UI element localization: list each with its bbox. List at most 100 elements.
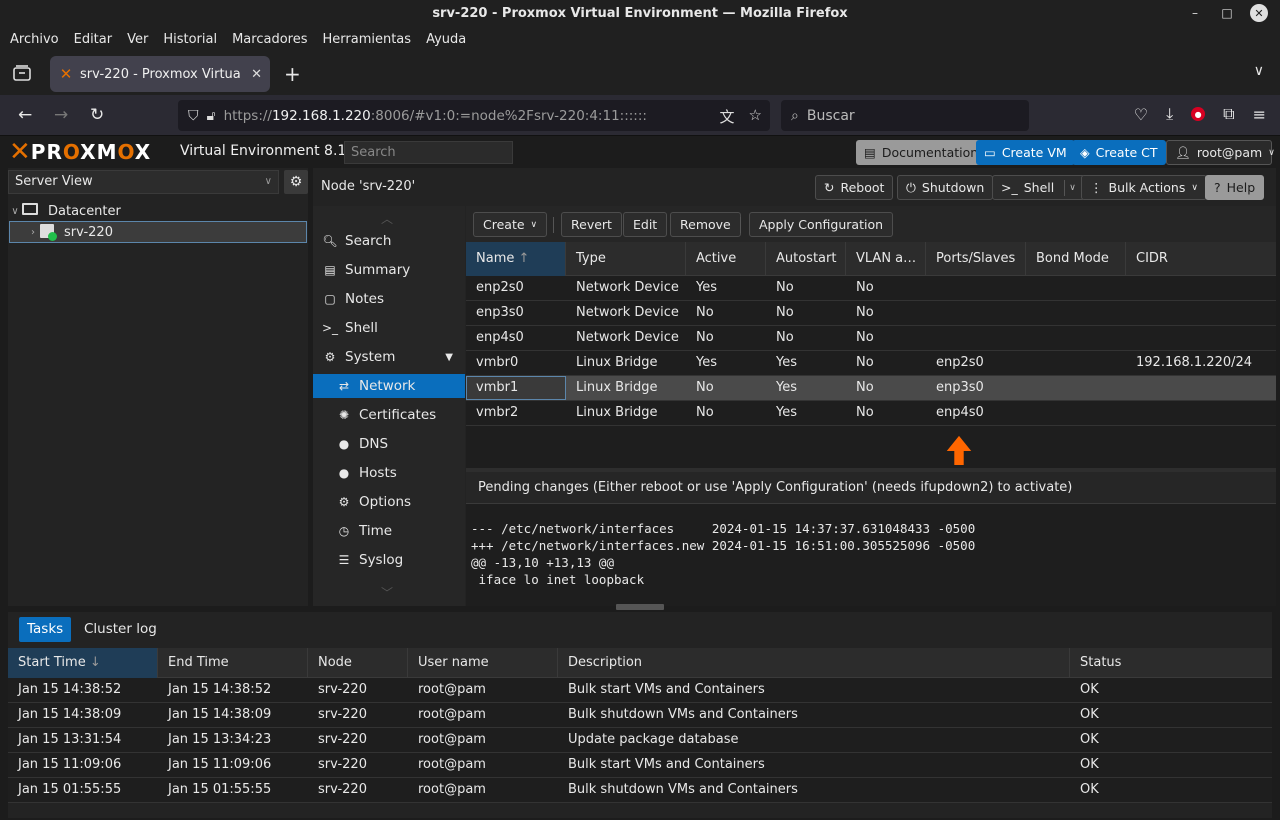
column-description[interactable]: Description bbox=[558, 648, 1070, 678]
subnav-notes[interactable]: ▢ Notes bbox=[313, 287, 465, 311]
column-ports-slaves[interactable]: Ports/Slaves bbox=[926, 242, 1026, 276]
expand-icon[interactable]: › bbox=[26, 227, 40, 238]
column-name[interactable]: Name ↑ bbox=[466, 242, 566, 276]
tree-item-node[interactable]: › srv-220 bbox=[9, 221, 307, 243]
lock-warning-icon[interactable]: 🔓︎ bbox=[207, 108, 216, 124]
tab-tasks[interactable]: Tasks bbox=[19, 617, 72, 642]
menu-ver[interactable]: Ver bbox=[127, 32, 148, 47]
translate-icon[interactable]: 文 bbox=[720, 106, 735, 127]
splitter-handle[interactable] bbox=[616, 604, 664, 610]
menu-marcadores[interactable]: Marcadores bbox=[232, 32, 307, 47]
column-active[interactable]: Active bbox=[686, 242, 766, 276]
subnav-shell[interactable]: >_ Shell bbox=[313, 316, 465, 340]
bulk-actions-button[interactable]: ⋮ Bulk Actions ∨ bbox=[1081, 175, 1207, 200]
column-end-time[interactable]: End Time bbox=[158, 648, 308, 678]
caret-down-icon[interactable]: ▼ bbox=[445, 352, 453, 363]
certificate-icon: ✺ bbox=[338, 408, 350, 422]
menu-herramientas[interactable]: Herramientas bbox=[323, 32, 412, 47]
column-vlan-aware[interactable]: VLAN a… bbox=[846, 242, 926, 276]
reload-icon[interactable]: ↻ bbox=[90, 105, 104, 125]
task-row[interactable]: Jan 15 14:38:52 Jan 15 14:38:52 srv-220 roo… bbox=[8, 678, 1272, 703]
documentation-button[interactable]: ▤ Documentation bbox=[856, 140, 987, 165]
collapse-icon[interactable]: ∨ bbox=[8, 206, 22, 217]
column-start-time[interactable]: Start Time ↓ bbox=[8, 648, 158, 678]
create-vm-button[interactable]: ▭ Create VM bbox=[976, 140, 1075, 165]
column-autostart[interactable]: Autostart bbox=[766, 242, 846, 276]
create-ct-button[interactable]: ◈ Create CT bbox=[1072, 140, 1166, 165]
new-tab-icon[interactable]: + bbox=[284, 62, 301, 86]
user-menu-button[interactable]: 👤︎ root@pam ∨ bbox=[1166, 140, 1275, 165]
subnav-time[interactable]: ◷ Time bbox=[313, 519, 465, 543]
cell-autostart: Yes bbox=[776, 355, 797, 370]
task-row[interactable]: Jan 15 13:31:54 Jan 15 13:34:23 srv-220 roo… bbox=[8, 728, 1272, 753]
network-row[interactable]: enp2s0 Network Device Yes No No bbox=[466, 276, 1276, 301]
list-all-tabs-icon[interactable]: ∨ bbox=[1254, 63, 1264, 79]
subnav-network[interactable]: ⇄ Network bbox=[313, 374, 465, 398]
forward-icon[interactable]: → bbox=[54, 105, 68, 125]
task-row[interactable]: Jan 15 11:09:06 Jan 15 11:09:06 srv-220 roo… bbox=[8, 753, 1272, 778]
column-type[interactable]: Type bbox=[566, 242, 686, 276]
subnav-syslog[interactable]: ☰ Syslog bbox=[313, 548, 465, 572]
downloads-icon[interactable]: ⤓ bbox=[1166, 104, 1173, 124]
gear-icon[interactable]: ⚙ bbox=[284, 170, 308, 194]
network-row[interactable]: vmbr1 Linux Bridge No Yes No enp3s0 bbox=[466, 376, 1276, 401]
cell-node: srv-220 bbox=[318, 732, 367, 747]
scroll-down-icon[interactable]: ﹀ bbox=[381, 584, 393, 601]
browser-tab-active[interactable]: ✕ srv-220 - Proxmox Virtual Er ✕ bbox=[50, 56, 270, 92]
chevron-down-icon[interactable]: ∨ bbox=[1064, 179, 1076, 196]
view-selector[interactable]: Server View ∨ bbox=[8, 170, 279, 194]
tab-list-icon[interactable] bbox=[12, 64, 32, 82]
close-window-icon[interactable]: ✕ bbox=[1250, 4, 1268, 22]
subnav-certificates[interactable]: ✺ Certificates bbox=[313, 403, 465, 427]
tracking-shield-icon[interactable]: ⛉ bbox=[188, 108, 199, 124]
edit-button[interactable]: Edit bbox=[623, 212, 668, 237]
column-status[interactable]: Status bbox=[1070, 648, 1272, 678]
extensions-icon[interactable]: ⧉ bbox=[1223, 104, 1234, 124]
tab-cluster-log[interactable]: Cluster log bbox=[76, 617, 165, 642]
subnav-dns[interactable]: ● DNS bbox=[313, 432, 465, 456]
server-online-icon bbox=[40, 224, 58, 241]
scroll-up-icon[interactable]: ︿ bbox=[381, 210, 393, 227]
remove-button[interactable]: Remove bbox=[670, 212, 741, 237]
subnav-hosts[interactable]: ● Hosts bbox=[313, 461, 465, 485]
subnav-summary[interactable]: ▤ Summary bbox=[313, 258, 465, 282]
cell-start-time: Jan 15 01:55:55 bbox=[18, 782, 122, 797]
network-row[interactable]: vmbr0 Linux Bridge Yes Yes No enp2s0 192.168.1… bbox=[466, 351, 1276, 376]
subnav-system[interactable]: ⚙ System ▼ bbox=[313, 345, 465, 369]
network-row[interactable]: vmbr2 Linux Bridge No Yes No enp4s0 bbox=[466, 401, 1276, 426]
bookmark-star-icon[interactable]: ☆ bbox=[749, 106, 762, 127]
pocket-icon[interactable]: ♡ bbox=[1134, 105, 1148, 124]
subnav-search[interactable]: 🔍︎ Search bbox=[313, 229, 465, 253]
help-button[interactable]: ? Help bbox=[1205, 175, 1265, 200]
apply-configuration-button[interactable]: Apply Configuration bbox=[749, 212, 894, 237]
network-row[interactable]: enp4s0 Network Device No No No bbox=[466, 326, 1276, 351]
task-row[interactable]: Jan 15 14:38:09 Jan 15 14:38:09 srv-220 roo… bbox=[8, 703, 1272, 728]
extension-blocker-icon[interactable]: ● bbox=[1191, 107, 1206, 121]
menu-ayuda[interactable]: Ayuda bbox=[426, 32, 466, 47]
create-button[interactable]: Create ∨ bbox=[473, 212, 548, 237]
menu-editar[interactable]: Editar bbox=[74, 32, 113, 47]
column-cidr[interactable]: CIDR bbox=[1126, 242, 1276, 276]
menu-historial[interactable]: Historial bbox=[163, 32, 217, 47]
url-bar[interactable]: ⛉ 🔓︎ https://192.168.1.220:8006/#v1:0:=n… bbox=[178, 100, 770, 131]
url-text[interactable]: https://192.168.1.220:8006/#v1:0:=node%2… bbox=[224, 108, 647, 124]
tree-item-datacenter[interactable]: ∨ Datacenter bbox=[8, 200, 308, 222]
browser-search-bar[interactable]: ⌕ Buscar bbox=[781, 100, 1029, 131]
column-node[interactable]: Node bbox=[308, 648, 408, 678]
column-bond-mode[interactable]: Bond Mode bbox=[1026, 242, 1126, 276]
network-row[interactable]: enp3s0 Network Device No No No bbox=[466, 301, 1276, 326]
menu-archivo[interactable]: Archivo bbox=[10, 32, 59, 47]
shell-button[interactable]: >_ Shell ∨ bbox=[992, 175, 1085, 200]
maximize-icon[interactable]: □ bbox=[1218, 4, 1236, 22]
column-user-name[interactable]: User name bbox=[408, 648, 558, 678]
reboot-button[interactable]: ↻ Reboot bbox=[815, 175, 894, 200]
subnav-options[interactable]: ⚙ Options bbox=[313, 490, 465, 514]
pve-search-input[interactable]: Search bbox=[344, 141, 513, 164]
hamburger-menu-icon[interactable]: ≡ bbox=[1253, 105, 1266, 124]
minimize-icon[interactable]: – bbox=[1186, 4, 1204, 22]
close-tab-icon[interactable]: ✕ bbox=[251, 67, 262, 82]
back-icon[interactable]: ← bbox=[18, 105, 32, 125]
shutdown-button[interactable]: ⏻ Shutdown bbox=[897, 175, 994, 200]
task-row[interactable]: Jan 15 01:55:55 Jan 15 01:55:55 srv-220 roo… bbox=[8, 778, 1272, 803]
revert-button[interactable]: Revert bbox=[561, 212, 622, 237]
